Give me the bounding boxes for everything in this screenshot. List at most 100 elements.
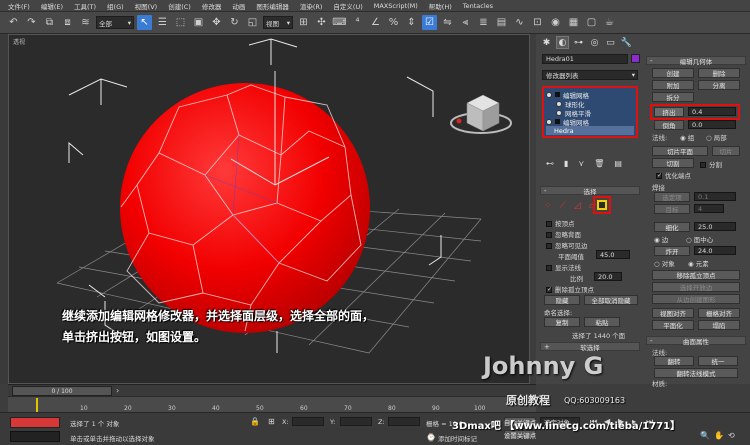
viewport-label[interactable]: 透视	[13, 37, 25, 46]
tessellate-button[interactable]: 细化	[654, 222, 690, 232]
lock-selection-icon[interactable]: 🔒	[250, 417, 260, 426]
tessellate-face-center-radio[interactable]: ○ 面中心	[686, 234, 713, 244]
hide-button[interactable]: 隐藏	[544, 295, 580, 305]
bulb-icon[interactable]	[546, 91, 552, 98]
modify-tab-icon[interactable]: ◐	[556, 36, 569, 49]
unlink-icon[interactable]: ⧈	[60, 15, 75, 30]
select-scale-icon[interactable]: ◱	[245, 15, 260, 30]
vertex-level-icon[interactable]: ⁘	[544, 201, 552, 211]
absolute-mode-icon[interactable]: ⊞	[268, 417, 275, 426]
mirror-icon[interactable]: ⇋	[440, 15, 455, 30]
bevel-amount-spinner[interactable]: 0.0	[688, 120, 736, 129]
tessellate-tension-spinner[interactable]: 25.0	[694, 222, 736, 231]
menu-file[interactable]: 文件(F)	[8, 1, 30, 11]
undo-icon[interactable]: ↶	[6, 15, 21, 30]
menu-tools[interactable]: 工具(T)	[74, 1, 96, 11]
explode-to-objects-radio[interactable]: ○ 对象	[654, 258, 675, 268]
delete-button[interactable]: 删除	[698, 68, 740, 78]
bind-space-warp-icon[interactable]: ≋	[78, 15, 93, 30]
render-frame-icon[interactable]: ▢	[584, 15, 599, 30]
redo-icon[interactable]: ↷	[24, 15, 39, 30]
time-slider[interactable]: 0 / 100	[12, 386, 112, 396]
render-setup-icon[interactable]: ▦	[566, 15, 581, 30]
flip-normal-mode-button[interactable]: 翻转法线模式	[654, 368, 738, 378]
link-icon[interactable]: ⧉	[42, 15, 57, 30]
menu-animation[interactable]: 动画	[232, 1, 245, 11]
y-coord-field[interactable]	[340, 417, 372, 426]
create-tab-icon[interactable]: ✱	[540, 36, 553, 49]
next-frame-icon[interactable]: ›	[116, 386, 119, 395]
display-tab-icon[interactable]: ▭	[604, 36, 617, 49]
expand-box-icon[interactable]	[555, 92, 560, 97]
extrude-button[interactable]: 挤出	[654, 107, 684, 117]
normal-scale-spinner[interactable]: 20.0	[594, 272, 622, 281]
unify-button[interactable]: 统一	[698, 356, 738, 366]
collapse-button[interactable]: 塌陷	[698, 320, 740, 330]
rect-selection-icon[interactable]: ⬚	[173, 15, 188, 30]
view-align-button[interactable]: 视图对齐	[652, 308, 694, 318]
refine-ends-checkbox[interactable]: 优化端点	[656, 170, 691, 180]
face-level-icon[interactable]: ◿	[574, 201, 581, 211]
track-bar[interactable]: 10 20 30 40 50 60 70 80 90 100	[8, 396, 536, 412]
utilities-tab-icon[interactable]: 🔧	[620, 36, 633, 49]
bulb-icon[interactable]	[556, 109, 562, 116]
pin-stack-icon[interactable]: ⊷	[546, 159, 554, 169]
render-icon[interactable]: ☕	[602, 15, 617, 30]
explode-to-elements-radio[interactable]: ◉ 元素	[688, 258, 709, 268]
paste-button[interactable]: 粘贴	[584, 317, 620, 327]
planar-threshold-spinner[interactable]: 45.0	[596, 250, 630, 259]
select-rotate-icon[interactable]: ↻	[227, 15, 242, 30]
weld-selected-button[interactable]: 选定项	[654, 192, 690, 202]
by-vertex-checkbox[interactable]: 按顶点	[546, 218, 575, 228]
window-crossing-icon[interactable]: ▣	[191, 15, 206, 30]
show-end-result-icon[interactable]: ▮	[564, 159, 568, 169]
snaps-toggle-icon[interactable]: ⁴	[350, 15, 365, 30]
menu-customize[interactable]: 自定义(U)	[333, 1, 362, 11]
soft-selection-rollout-header[interactable]: + 软选择	[540, 342, 640, 352]
weld-target-spinner[interactable]: 4	[694, 204, 724, 213]
maxscript-listener[interactable]	[10, 417, 60, 428]
maxscript-mini-listener[interactable]	[10, 431, 60, 442]
percent-snap-icon[interactable]: %	[386, 15, 401, 30]
select-by-name-icon[interactable]: ☰	[155, 15, 170, 30]
stack-item-hedra[interactable]: Hedra	[546, 126, 634, 135]
object-color-swatch[interactable]	[631, 54, 640, 63]
object-name-field[interactable]: Hedra01	[542, 54, 628, 64]
split-checkbox[interactable]: 分割	[700, 159, 722, 169]
menu-maxscript[interactable]: MAXScript(M)	[374, 2, 418, 10]
delete-isolated-checkbox[interactable]: 删除孤立顶点	[546, 284, 594, 294]
bulb-icon[interactable]	[556, 100, 562, 107]
menu-help[interactable]: 帮助(H)	[429, 1, 452, 11]
bevel-button[interactable]: 倒角	[654, 120, 684, 130]
keyboard-shortcut-icon[interactable]: ⌨	[332, 15, 347, 30]
slice-button[interactable]: 切片	[712, 146, 740, 156]
create-shape-from-edges-button[interactable]: 从边创建图形	[652, 294, 740, 304]
attach-button[interactable]: 附加	[652, 80, 694, 90]
align-icon[interactable]: ⫷	[458, 15, 473, 30]
orbit-icon[interactable]: ⟲	[728, 431, 735, 440]
element-level-icon[interactable]	[597, 200, 607, 210]
weld-threshold-spinner[interactable]: 0.1	[694, 192, 736, 201]
curve-editor-icon[interactable]: ∿	[512, 15, 527, 30]
select-manipulate-icon[interactable]: ✣	[314, 15, 329, 30]
ref-coord-dropdown[interactable]: 视图 ▾	[263, 16, 293, 29]
zoom-icon[interactable]: 🔍	[700, 431, 710, 440]
bulb-icon[interactable]	[546, 118, 552, 125]
angle-snap-icon[interactable]: ∠	[368, 15, 383, 30]
remove-isolated-vertices-button[interactable]: 移除孤立顶点	[652, 270, 740, 280]
tessellate-by-edge-radio[interactable]: ◉ 边	[654, 234, 668, 244]
grid-align-button[interactable]: 栅格对齐	[698, 308, 740, 318]
remove-modifier-icon[interactable]: 🗑	[594, 159, 604, 169]
configure-modifier-sets-icon[interactable]: ▤	[614, 159, 622, 169]
surface-properties-rollout-header[interactable]: - 曲面属性	[646, 336, 746, 346]
z-coord-field[interactable]	[388, 417, 420, 426]
explode-button[interactable]: 炸开	[654, 246, 690, 256]
planarize-button[interactable]: 平面化	[652, 320, 694, 330]
extrude-amount-spinner[interactable]: 0.4	[688, 107, 736, 116]
menu-create[interactable]: 创建(C)	[168, 1, 191, 11]
weld-target-button[interactable]: 目标	[654, 204, 690, 214]
schematic-view-icon[interactable]: ⊡	[530, 15, 545, 30]
pivot-center-icon[interactable]: ⊞	[296, 15, 311, 30]
show-normals-checkbox[interactable]: 显示法线	[546, 262, 581, 272]
stack-item-meshsmooth[interactable]: 网格平滑	[546, 108, 634, 118]
